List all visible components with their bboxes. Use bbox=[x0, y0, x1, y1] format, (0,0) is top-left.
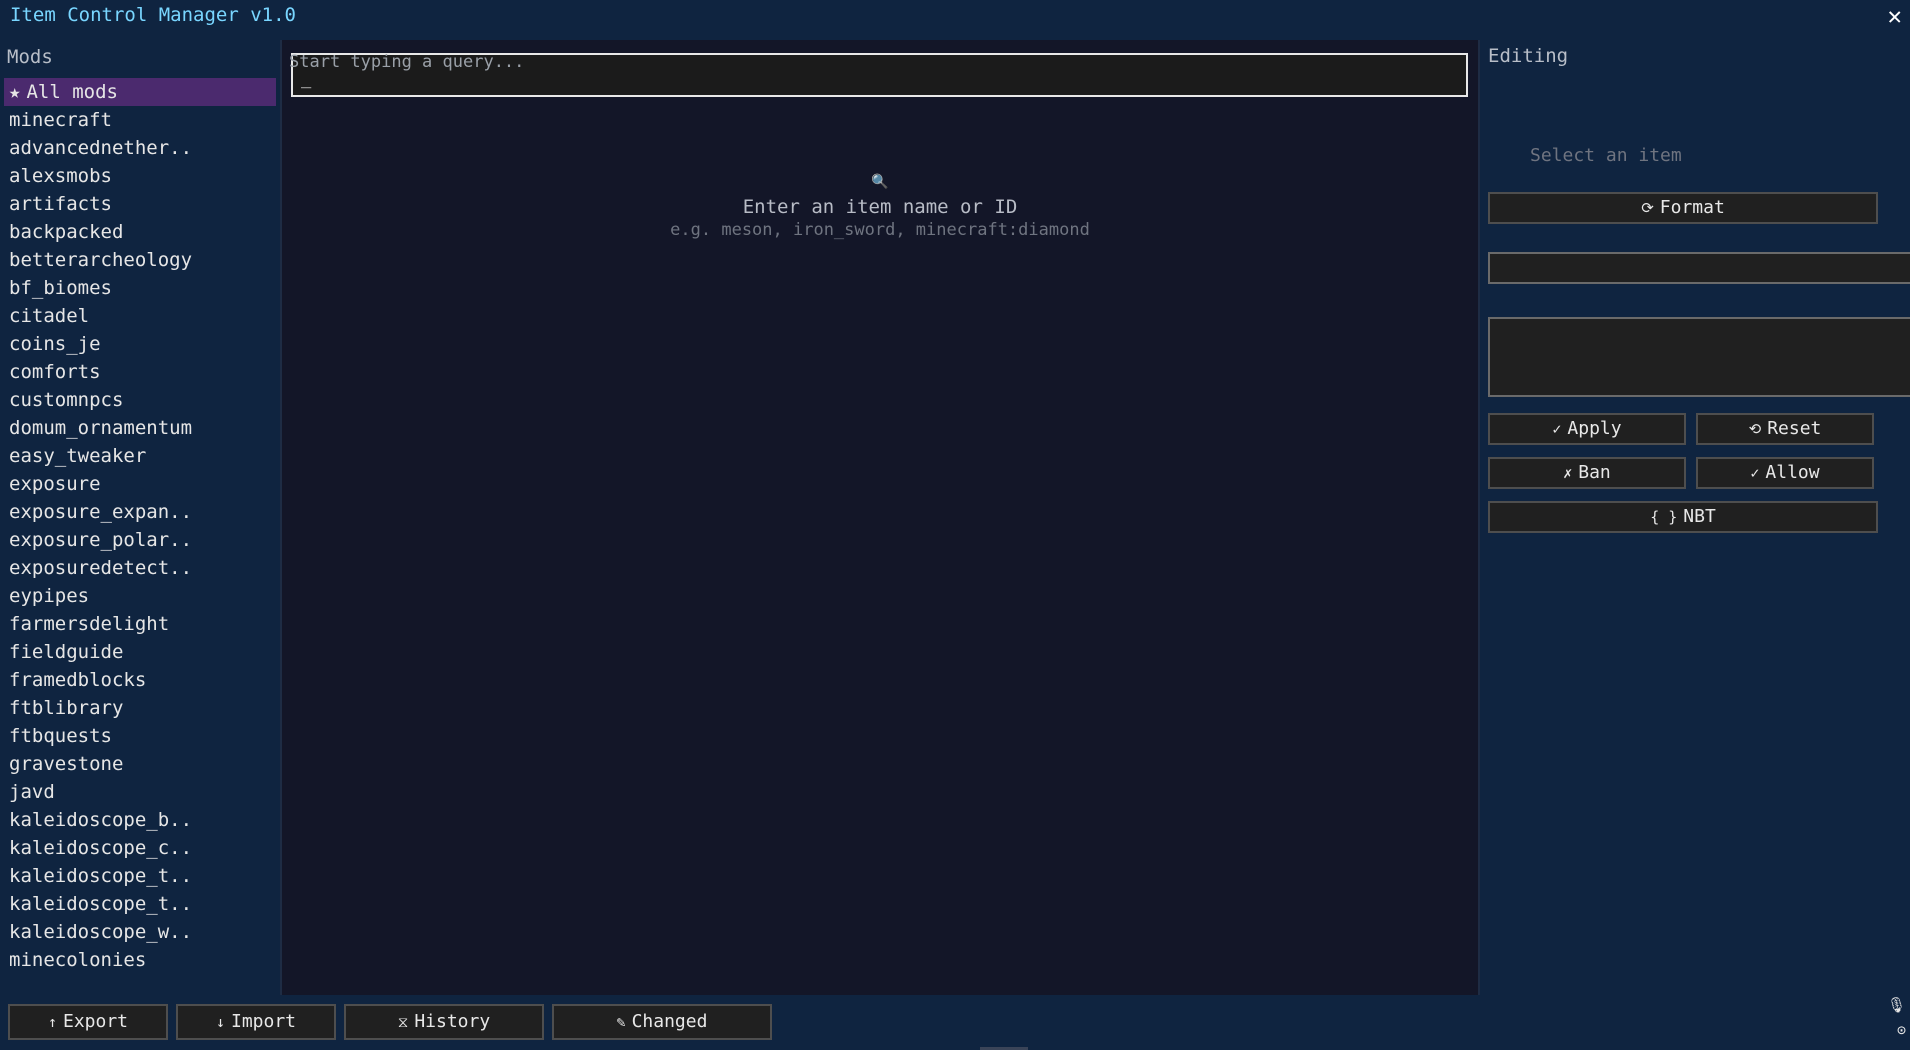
mod-item-all-mods[interactable]: ★ All mods bbox=[4, 78, 276, 106]
mod-item[interactable]: javd bbox=[4, 778, 276, 806]
mod-item[interactable]: exposure_polar.. bbox=[4, 526, 276, 554]
mod-item[interactable]: kaleidoscope_t.. bbox=[4, 890, 276, 918]
editor-panel: Editing Select an item ⟳ Format ✓ Apply ⟲ R… bbox=[1478, 40, 1910, 995]
changed-label: Changed bbox=[631, 1011, 708, 1032]
export-button[interactable]: ↑ Export bbox=[8, 1004, 168, 1040]
history-label: History bbox=[414, 1011, 491, 1032]
empty-state: 🔍 Enter an item name or ID e.g. meson, i… bbox=[282, 174, 1478, 240]
item-name-field[interactable] bbox=[1488, 252, 1910, 284]
mod-item[interactable]: ftblibrary bbox=[4, 694, 276, 722]
mod-item[interactable]: customnpcs bbox=[4, 386, 276, 414]
export-label: Export bbox=[63, 1011, 129, 1032]
bottom-toolbar: ↑ Export ↓ Import ⧖ History ✎ Changed 🎙 ⊙ bbox=[0, 995, 1910, 1050]
allow-button[interactable]: ✓ Allow bbox=[1696, 457, 1874, 489]
mods-heading: Mods bbox=[7, 46, 53, 68]
nbt-label: NBT bbox=[1683, 506, 1716, 527]
title-bar: Item Control Manager v1.0 ✕ bbox=[0, 0, 1910, 40]
format-icon: ⟳ bbox=[1641, 199, 1654, 217]
check-icon: ✓ bbox=[1750, 464, 1760, 482]
editor-heading: Editing bbox=[1488, 45, 1569, 67]
microphone-icon[interactable]: 🎙 bbox=[1887, 996, 1906, 1014]
item-lore-field[interactable] bbox=[1488, 317, 1910, 397]
mod-item[interactable]: eypipes bbox=[4, 582, 276, 610]
item-results-panel: Start typing a query... _ 🔍 Enter an ite… bbox=[282, 40, 1478, 995]
mod-item[interactable]: alexsmobs bbox=[4, 162, 276, 190]
reset-label: Reset bbox=[1767, 418, 1822, 439]
mod-item[interactable]: kaleidoscope_t.. bbox=[4, 862, 276, 890]
close-button[interactable]: ✕ bbox=[1888, 2, 1902, 30]
app-title: Item Control Manager v1.0 bbox=[10, 4, 296, 26]
mod-item[interactable]: domum_ornamentum bbox=[4, 414, 276, 442]
mod-item[interactable]: easy_tweaker bbox=[4, 442, 276, 470]
mod-item[interactable]: gravestone bbox=[4, 750, 276, 778]
check-icon: ✓ bbox=[1552, 420, 1562, 438]
star-icon: ★ bbox=[9, 81, 21, 103]
mod-item-label: All mods bbox=[26, 81, 118, 103]
editor-placeholder: Select an item bbox=[1530, 145, 1682, 166]
mod-item[interactable]: fieldguide bbox=[4, 638, 276, 666]
import-button[interactable]: ↓ Import bbox=[176, 1004, 336, 1040]
mod-item[interactable]: kaleidoscope_w.. bbox=[4, 918, 276, 946]
settings-icon[interactable]: ⊙ bbox=[1897, 1021, 1906, 1039]
mod-item[interactable]: kaleidoscope_b.. bbox=[4, 806, 276, 834]
mod-item[interactable]: bf_biomes bbox=[4, 274, 276, 302]
nbt-button[interactable]: { } NBT bbox=[1488, 501, 1878, 533]
mod-item[interactable]: betterarcheology bbox=[4, 246, 276, 274]
mod-item[interactable]: comforts bbox=[4, 358, 276, 386]
cross-icon: ✗ bbox=[1563, 464, 1573, 482]
empty-state-hint: e.g. meson, iron_sword, minecraft:diamon… bbox=[670, 220, 1090, 240]
format-button[interactable]: ⟳ Format bbox=[1488, 192, 1878, 224]
mod-item[interactable]: backpacked bbox=[4, 218, 276, 246]
search-icon: 🔍 bbox=[871, 174, 889, 190]
mod-item[interactable]: farmersdelight bbox=[4, 610, 276, 638]
empty-state-title: Enter an item name or ID bbox=[742, 196, 1018, 218]
mod-item[interactable]: framedblocks bbox=[4, 666, 276, 694]
mods-sidebar: Mods ★ All mods minecraft advancednether.… bbox=[0, 40, 282, 995]
search-input[interactable] bbox=[293, 55, 1470, 97]
mod-item[interactable]: coins_je bbox=[4, 330, 276, 358]
arrow-down-icon: ↓ bbox=[215, 1013, 225, 1031]
history-icon: ⧖ bbox=[397, 1013, 409, 1031]
apply-label: Apply bbox=[1567, 418, 1622, 439]
mod-item[interactable]: artifacts bbox=[4, 190, 276, 218]
search-box[interactable]: Start typing a query... _ bbox=[289, 52, 1470, 97]
history-button[interactable]: ⧖ History bbox=[344, 1004, 544, 1040]
mod-item[interactable]: advancednether.. bbox=[4, 134, 276, 162]
ban-label: Ban bbox=[1578, 462, 1611, 483]
mod-item[interactable]: minecraft bbox=[4, 106, 276, 134]
mod-item[interactable]: citadel bbox=[4, 302, 276, 330]
allow-label: Allow bbox=[1765, 462, 1820, 483]
mod-item[interactable]: kaleidoscope_c.. bbox=[4, 834, 276, 862]
arrow-up-icon: ↑ bbox=[47, 1013, 57, 1031]
mod-item[interactable]: exposure_expan.. bbox=[4, 498, 276, 526]
import-label: Import bbox=[231, 1011, 297, 1032]
pencil-icon: ✎ bbox=[616, 1013, 626, 1031]
mod-item[interactable]: exposure bbox=[4, 470, 276, 498]
reset-icon: ⟲ bbox=[1748, 420, 1762, 438]
changed-button[interactable]: ✎ Changed bbox=[552, 1004, 772, 1040]
mod-item[interactable]: minecolonies bbox=[4, 946, 276, 974]
mod-item[interactable]: exposuredetect.. bbox=[4, 554, 276, 582]
ban-button[interactable]: ✗ Ban bbox=[1488, 457, 1686, 489]
apply-button[interactable]: ✓ Apply bbox=[1488, 413, 1686, 445]
braces-icon: { } bbox=[1650, 508, 1678, 526]
format-label: Format bbox=[1659, 197, 1725, 218]
reset-button[interactable]: ⟲ Reset bbox=[1696, 413, 1874, 445]
mods-list: ★ All mods minecraft advancednether.. ale… bbox=[4, 78, 276, 974]
mod-item[interactable]: ftbquests bbox=[4, 722, 276, 750]
